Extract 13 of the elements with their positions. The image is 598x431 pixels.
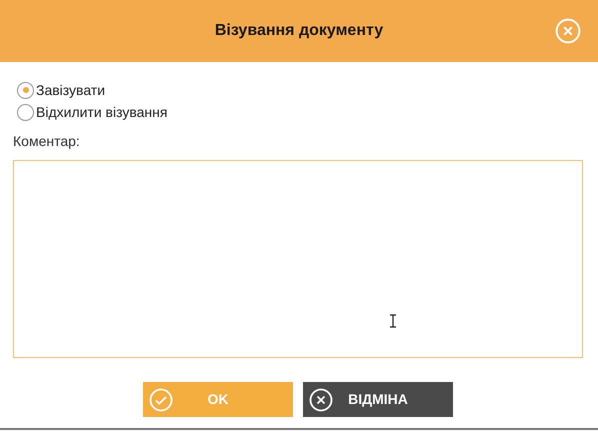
radio-button[interactable] — [17, 104, 34, 120]
cancel-icon — [309, 388, 333, 412]
close-button[interactable] — [555, 18, 581, 44]
text-cursor-icon — [389, 314, 397, 328]
close-icon — [555, 18, 581, 44]
dialog-title: Візування документу — [214, 21, 384, 41]
comment-field[interactable] — [13, 160, 583, 358]
check-icon — [149, 388, 173, 412]
radio-option[interactable]: Завізувати — [17, 79, 598, 101]
radio-button[interactable] — [17, 82, 34, 98]
cancel-button[interactable]: ВІДМІНА — [303, 382, 453, 417]
comment-label: Коментар: — [13, 132, 81, 150]
radio-option[interactable]: Відхилити візування — [17, 101, 598, 123]
